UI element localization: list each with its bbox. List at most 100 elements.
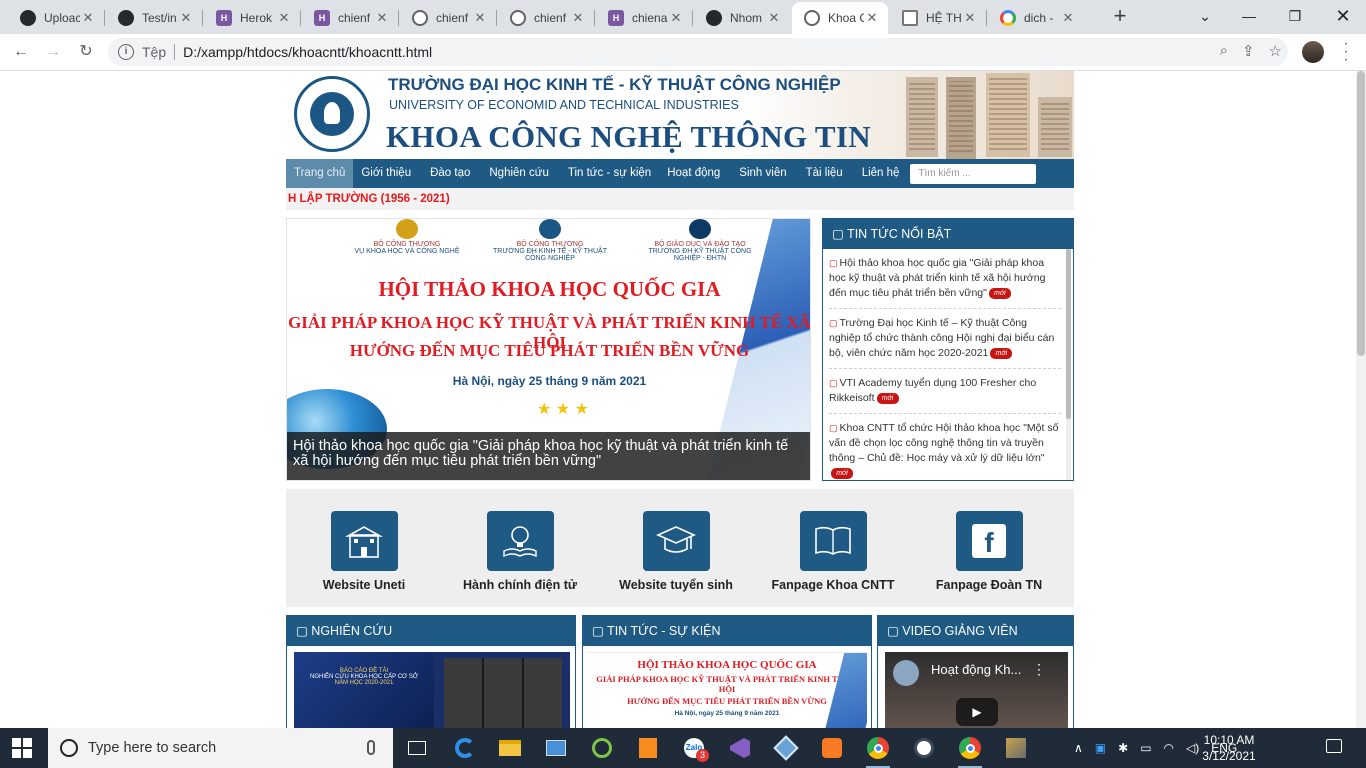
nav-item[interactable]: Tin tức - sự kiện xyxy=(560,159,659,188)
network-app-icon[interactable]: ▣ xyxy=(1095,741,1106,755)
new-tab-button[interactable]: + xyxy=(1108,5,1132,29)
browser-tab[interactable]: chienf ✕ xyxy=(400,2,496,34)
tab-close-icon[interactable]: ✕ xyxy=(962,10,978,26)
taskbar-search-box[interactable]: Type here to search xyxy=(48,728,393,768)
quick-link-card[interactable]: Hành chính điện tử xyxy=(440,511,600,592)
taskbar-clock[interactable]: 10:10 AM 3/12/2021 xyxy=(1194,732,1264,764)
file-explorer-icon[interactable] xyxy=(495,733,525,763)
tab-close-icon[interactable]: ✕ xyxy=(668,10,684,26)
open-book-icon[interactable] xyxy=(799,511,867,571)
greenshot-icon[interactable] xyxy=(587,733,617,763)
quick-link-card[interactable]: f Fanpage Đoàn TN xyxy=(909,511,1069,592)
browser-tab[interactable]: Test/in ✕ xyxy=(106,2,202,34)
task-view-icon[interactable] xyxy=(402,733,432,763)
microphone-icon[interactable] xyxy=(367,740,375,755)
featured-news-item[interactable]: ▢ Khoa CNTT tổ chức Hội thảo khoa học "Mộ… xyxy=(829,414,1061,480)
quick-link-label[interactable]: Website Uneti xyxy=(284,578,444,592)
zoom-icon[interactable]: ⌕ xyxy=(1220,42,1228,60)
nav-item[interactable]: Đào tạo xyxy=(422,159,481,188)
tab-close-icon[interactable]: ✕ xyxy=(374,10,390,26)
nav-item[interactable]: Liên hệ xyxy=(854,159,908,188)
nav-item[interactable]: Hoạt động xyxy=(659,159,731,188)
browser-tab[interactable]: Hchienf ✕ xyxy=(302,2,398,34)
sublime-text-icon[interactable] xyxy=(633,733,663,763)
tab-close-icon[interactable]: ✕ xyxy=(178,10,194,26)
graduation-cap-icon[interactable] xyxy=(642,511,710,571)
featured-news-item[interactable]: ▢ VTI Academy tuyển dụng 100 Fresher cho … xyxy=(829,369,1061,414)
quick-link-label[interactable]: Fanpage Đoàn TN xyxy=(909,578,1069,592)
play-icon[interactable]: ▶ xyxy=(956,698,998,726)
browser-tab[interactable]: Nhom ✕ xyxy=(694,2,790,34)
lightbulb-book-icon[interactable] xyxy=(486,511,554,571)
battery-icon[interactable]: ▭ xyxy=(1140,741,1151,755)
browser-tab[interactable]: Hchiena ✕ xyxy=(596,2,692,34)
control-panel-icon[interactable] xyxy=(541,733,571,763)
tab-close-icon[interactable]: ✕ xyxy=(864,10,880,26)
browser-tab[interactable]: dich - ✕ xyxy=(988,2,1084,34)
browser-tab[interactable]: HỆ TH ✕ xyxy=(890,2,986,34)
share-icon[interactable]: ⇪ xyxy=(1242,42,1255,60)
tab-close-icon[interactable]: ✕ xyxy=(276,10,292,26)
chrome-icon[interactable] xyxy=(955,733,985,768)
site-search-input[interactable]: Tìm kiếm ... xyxy=(910,163,1037,184)
video-more-icon[interactable]: ⋮ xyxy=(1032,661,1046,678)
tools-icon[interactable] xyxy=(1001,733,1031,763)
quick-link-label[interactable]: Website tuyển sinh xyxy=(596,578,756,592)
browser-menu-icon[interactable]: · · · xyxy=(1338,36,1354,68)
featured-news-link[interactable]: VTI Academy tuyển dụng 100 Fresher cho R… xyxy=(829,377,1036,404)
featured-news-link[interactable]: Hội thảo khoa học quốc gia "Giải pháp kh… xyxy=(829,257,1045,299)
featured-news-item[interactable]: ▢ Hội thảo khoa học quốc gia "Giải pháp k… xyxy=(829,249,1061,309)
site-info-icon[interactable]: i xyxy=(118,44,134,60)
close-window-icon[interactable]: ✕ xyxy=(1320,0,1366,32)
nav-item[interactable]: Giới thiệu xyxy=(353,159,422,188)
quick-link-card[interactable]: Website Uneti xyxy=(284,511,444,592)
facebook-icon[interactable]: f xyxy=(955,511,1023,571)
featured-news-link[interactable]: Trường Đại học Kinh tế – Kỹ thuật Công n… xyxy=(829,317,1054,359)
hero-slider[interactable]: BỘ CÔNG THƯƠNG VỤ KHOA HỌC VÀ CÔNG NGHỆ … xyxy=(286,218,811,481)
featured-news-item[interactable]: ▢ Trường Đại học Kinh tế – Kỹ thuật Công … xyxy=(829,309,1061,369)
anniversary-marquee[interactable]: H LẬP TRƯỜNG (1956 - 2021) xyxy=(286,188,1074,210)
address-bar[interactable]: i Tệp D:/xampp/htdocs/khoacntt/khoacntt.… xyxy=(108,38,1288,66)
xampp-icon[interactable] xyxy=(817,733,847,763)
notification-center-icon[interactable] xyxy=(1326,739,1342,753)
youtube-embed[interactable]: Hoạt động Kh... ⋮ ▶ xyxy=(885,652,1068,728)
visual-studio-icon[interactable] xyxy=(725,733,755,763)
tab-close-icon[interactable]: ✕ xyxy=(570,10,586,26)
page-scrollbar[interactable] xyxy=(1356,71,1366,728)
quick-link-card[interactable]: Website tuyển sinh xyxy=(596,511,756,592)
tab-close-icon[interactable]: ✕ xyxy=(472,10,488,26)
news-thumbnail[interactable]: HỘI THẢO KHOA HỌC QUỐC GIA GIẢI PHÁP KHO… xyxy=(587,652,867,728)
university-logo[interactable] xyxy=(294,76,370,152)
windows-start-icon[interactable] xyxy=(12,738,32,758)
minimize-icon[interactable]: — xyxy=(1226,0,1272,32)
quick-link-label[interactable]: Hành chính điện tử xyxy=(440,578,600,592)
restore-icon[interactable]: ❐ xyxy=(1272,0,1318,32)
browser-tab[interactable]: H Herok ✕ xyxy=(204,2,300,34)
nav-item[interactable]: Nghiên cứu xyxy=(481,159,559,188)
wifi-icon[interactable]: ◠ xyxy=(1164,741,1174,755)
chrome-icon[interactable] xyxy=(863,733,893,768)
show-hidden-icons[interactable]: ∧ xyxy=(1074,741,1083,755)
forward-icon[interactable]: → xyxy=(41,40,65,64)
tab-close-icon[interactable]: ✕ xyxy=(766,10,782,26)
profile-avatar[interactable] xyxy=(1302,41,1324,63)
app-circle-icon[interactable] xyxy=(909,733,939,763)
bookmark-star-icon[interactable]: ☆ xyxy=(1269,42,1282,60)
browser-tab[interactable]: Uploac ✕ xyxy=(8,2,104,34)
research-thumbnail[interactable]: BÁO CÁO ĐỀ TÀI NGHIÊN CỨU KHOA HỌC CẤP C… xyxy=(294,652,570,728)
featured-news-link[interactable]: Khoa CNTT tổ chức Hội thảo khoa học "Một… xyxy=(829,422,1058,464)
quick-link-card[interactable]: Fanpage Khoa CNTT xyxy=(753,511,913,592)
quick-link-label[interactable]: Fanpage Khoa CNTT xyxy=(753,578,913,592)
nav-item[interactable]: Trang chủ xyxy=(286,159,354,188)
nav-item[interactable]: Sinh viên xyxy=(731,159,797,188)
browser-tab[interactable]: chienf ✕ xyxy=(498,2,594,34)
tab-close-icon[interactable]: ✕ xyxy=(1060,10,1076,26)
browser-tab[interactable]: Khoa C ✕ xyxy=(792,2,888,34)
tab-search-chevron-icon[interactable]: ⌄ xyxy=(1182,0,1228,32)
virtualbox-icon[interactable] xyxy=(771,733,801,763)
nav-item[interactable]: Tài liệu xyxy=(798,159,854,188)
hero-caption[interactable]: Hội thảo khoa học quốc gia "Giải pháp kh… xyxy=(287,432,810,480)
tab-close-icon[interactable]: ✕ xyxy=(80,10,96,26)
zalo-icon[interactable]: Zalo 3 xyxy=(679,733,709,763)
edge-icon[interactable] xyxy=(450,733,480,763)
